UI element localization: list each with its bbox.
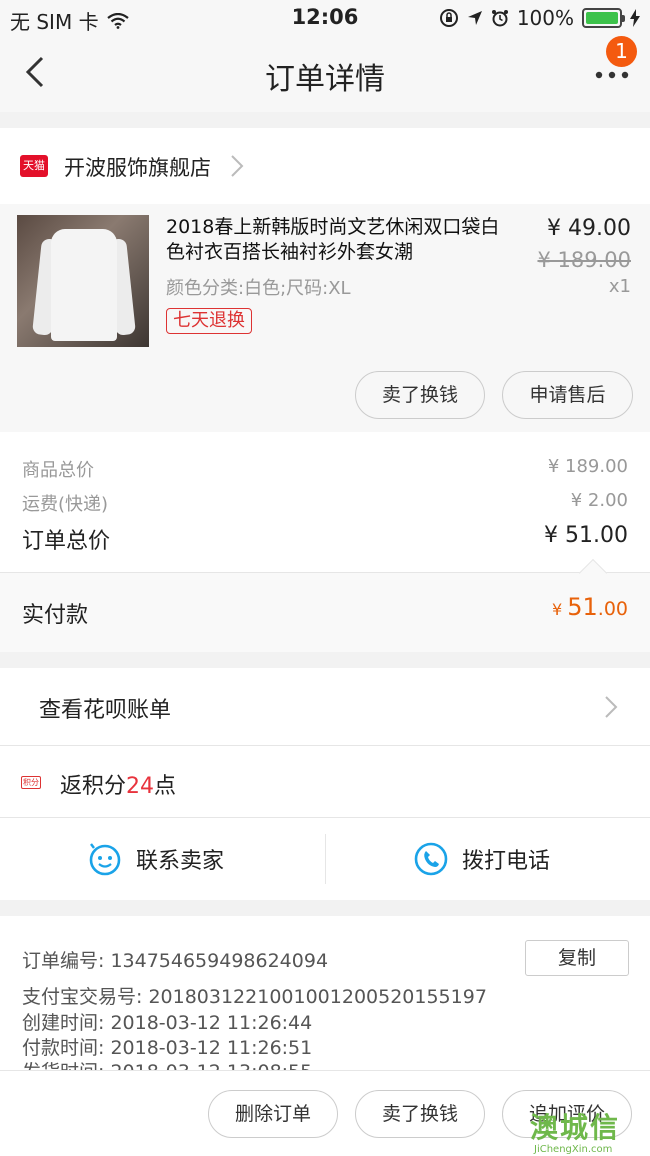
alarm-icon [491,10,508,27]
product-item[interactable]: 2018春上新韩版时尚文艺休闲双口袋白色衬衣百搭长袖衬衫外套女潮 颜色分类:白色… [0,204,650,432]
status-right-group: 100% [439,6,640,30]
order-total-row: 订单总价 ¥ 51.00 [22,523,628,555]
order-number: 订单编号: 134754659498624094 [22,950,329,972]
currency-symbol: ¥ [551,600,563,619]
order-info: 订单编号: 134754659498624094 复制 支付宝交易号: 2018… [0,916,650,1083]
location-icon [467,11,482,25]
points-row: 积分 返积分24点 [0,746,650,818]
chevron-right-icon [605,696,618,718]
tmall-logo-icon: 天猫 [20,155,48,177]
huabei-bill-row[interactable]: 查看花呗账单 [0,668,650,746]
actual-payment-value: ¥ 51.00 [552,593,628,621]
amount-decimal: .00 [597,598,628,620]
call-phone-button[interactable]: 拨打电话 [414,842,550,876]
store-name: 开波服饰旗舰店 [64,156,211,180]
points-prefix: 返积分 [60,774,127,799]
goods-total-row: 商品总价 ¥ 189.00 [22,456,628,482]
amount-integer: 51 [567,593,598,621]
product-quantity: x1 [608,276,631,297]
charging-bolt-icon [630,9,640,27]
product-thumbnail[interactable] [17,215,149,347]
battery-icon [582,8,625,28]
rotation-lock-icon [439,9,458,27]
notification-badge: 1 [606,36,637,67]
product-price: ¥ 49.00 [547,216,631,241]
watermark-text: 澳城信 [530,1111,621,1144]
product-original-price: ¥ 189.00 [537,248,631,272]
contact-row: 联系卖家 拨打电话 [0,818,650,900]
created-time: 创建时间: 2018-03-12 11:26:44 [22,1012,313,1034]
watermark-url: JiChengXin.com [534,1144,613,1155]
contact-seller-button[interactable]: 联系卖家 [88,842,224,876]
return-policy-tag: 七天退换 [166,308,252,334]
order-total-label: 订单总价 [22,529,111,554]
points-icon: 积分 [21,776,41,789]
product-title: 2018春上新韩版时尚文艺休闲双口袋白色衬衣百搭长袖衬衫外套女潮 [166,216,500,263]
goods-total-label: 商品总价 [22,460,94,481]
order-total-value: ¥ 51.00 [544,523,628,548]
divider [325,834,326,884]
points-suffix: 点 [154,774,177,799]
actual-payment-label: 实付款 [22,603,89,628]
product-sku: 颜色分类:白色;尺码:XL [166,278,351,299]
alipay-trade-number: 支付宝交易号: 2018031221001001200520155197 [22,986,487,1008]
nav-bar: 订单详情 1 [0,36,650,112]
apply-after-sale-button[interactable]: 申请售后 [502,371,633,419]
contact-seller-label: 联系卖家 [136,849,225,874]
shipping-value: ¥ 2.00 [570,490,628,511]
shipping-label: 运费(快递) [22,494,109,515]
sell-for-cash-button[interactable]: 卖了换钱 [355,371,485,419]
points-text: 返积分24点 [60,768,176,800]
price-summary: 商品总价 ¥ 189.00 运费(快递) ¥ 2.00 订单总价 ¥ 51.00 [0,432,650,572]
chat-face-icon [89,843,121,876]
more-dots-icon[interactable] [594,70,630,80]
phone-icon [414,842,448,876]
sell-for-cash-bottom-button[interactable]: 卖了换钱 [355,1090,485,1138]
page-title: 订单详情 [265,62,385,97]
store-row[interactable]: 天猫 开波服饰旗舰店 [0,128,650,204]
points-value: 24 [126,774,155,799]
watermark-logo: 澳城信 JiChengXin.com [530,1106,646,1156]
actual-payment-row: 实付款 ¥ 51.00 [0,558,650,652]
huabei-bill-label: 查看花呗账单 [39,698,172,723]
paid-time: 付款时间: 2018-03-12 11:26:51 [22,1037,313,1059]
call-phone-label: 拨打电话 [462,849,551,874]
shipping-row: 运费(快递) ¥ 2.00 [22,490,628,516]
copy-button[interactable]: 复制 [525,940,629,976]
chevron-right-icon [231,155,244,177]
delete-order-button[interactable]: 删除订单 [208,1090,338,1138]
goods-total-value: ¥ 189.00 [547,456,628,477]
battery-percent: 100% [516,6,574,30]
status-bar: 无 SIM 卡 12:06 100% [0,0,650,36]
